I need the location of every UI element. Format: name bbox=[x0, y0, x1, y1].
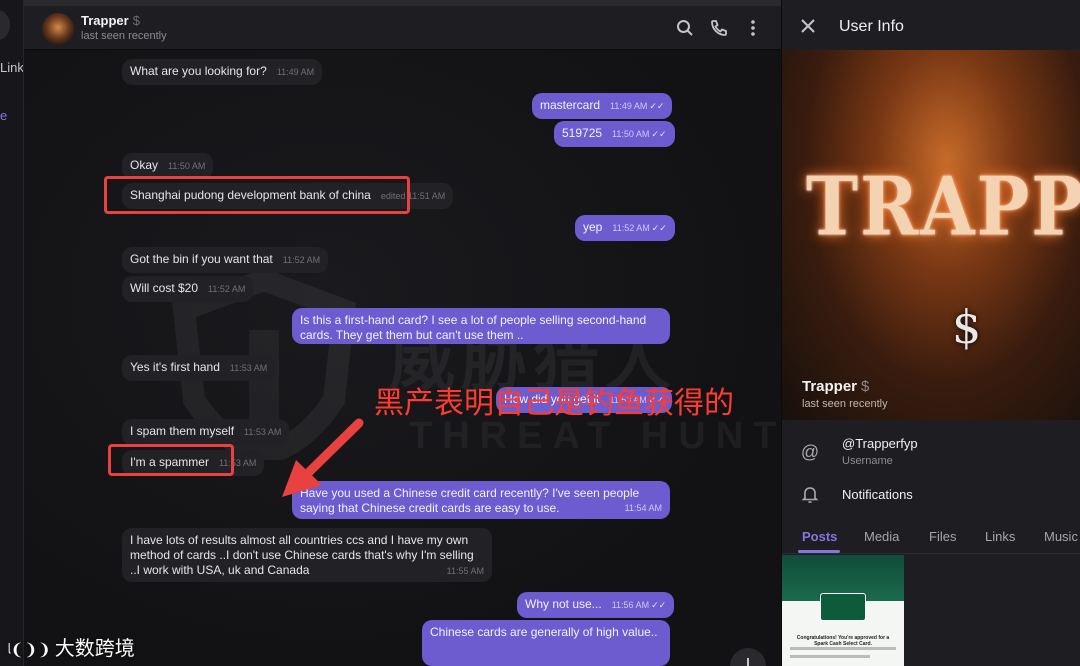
annotation-arrow-icon bbox=[282, 418, 364, 497]
message-incoming[interactable]: Got the bin if you want that 11:52 AM bbox=[122, 247, 329, 273]
message-outgoing[interactable]: Is this a first-hand card? I see a lot o… bbox=[292, 308, 670, 344]
message-incoming[interactable]: I have lots of results almost all countr… bbox=[122, 528, 492, 582]
more-vertical-icon[interactable] bbox=[743, 18, 763, 38]
user-info-title: User Info bbox=[839, 18, 904, 35]
tab-files[interactable]: Files bbox=[929, 529, 956, 544]
message-outgoing[interactable]: 519725 11:50 AM ✓✓ bbox=[554, 121, 675, 147]
search-icon[interactable] bbox=[675, 18, 695, 38]
message-outgoing[interactable]: yep 11:52 AM ✓✓ bbox=[575, 215, 675, 241]
chat-header: Trapper $ last seen recently bbox=[24, 0, 781, 50]
media-tabs: Posts Media Files Links Music bbox=[782, 520, 1080, 554]
annotation-text: 黑产表明自己是钓鱼获得的 bbox=[374, 387, 734, 420]
dollar-icon: $ bbox=[861, 378, 870, 395]
chat-avatar[interactable] bbox=[42, 13, 74, 45]
double-check-icon: ✓✓ bbox=[651, 600, 667, 610]
profile-cover[interactable]: TRAPPER $ Trapper$ last seen recently bbox=[782, 50, 1080, 420]
thumbnail-line bbox=[790, 655, 870, 658]
post-thumbnail[interactable]: Congratulations! You're approved for a S… bbox=[782, 555, 904, 666]
thumbnail-line bbox=[790, 647, 896, 650]
close-icon[interactable] bbox=[800, 18, 816, 34]
message-incoming[interactable]: Yes it's first hand 11:53 AM bbox=[122, 355, 276, 381]
tab-music[interactable]: Music bbox=[1044, 529, 1078, 544]
sidebar-avatar[interactable] bbox=[0, 10, 10, 40]
double-check-icon: ✓✓ bbox=[649, 101, 665, 111]
chat-panel: Trapper $ last seen recently 威胁猎人 THREAT … bbox=[24, 0, 781, 666]
profile-name: Trapper $ bbox=[802, 378, 870, 395]
profile-status: last seen recently bbox=[802, 398, 888, 410]
thumbnail-caption: Congratulations! You're approved for a S… bbox=[796, 635, 890, 647]
at-sign-icon: @ bbox=[800, 442, 820, 462]
sidebar-fragment-link[interactable]: Link bbox=[0, 60, 23, 75]
message-outgoing[interactable]: Why not use... 11:56 AM ✓✓ bbox=[517, 592, 675, 618]
brand-logo-icon: ᶩ❨❩❩ bbox=[8, 642, 51, 659]
highlight-box bbox=[104, 176, 410, 214]
message-list[interactable]: 威胁猎人 THREAT HUNTER What are you looking … bbox=[24, 50, 781, 666]
tab-links[interactable]: Links bbox=[985, 529, 1015, 544]
message-outgoing[interactable]: mastercard 11:49 AM ✓✓ bbox=[532, 93, 673, 119]
left-sidebar: Link e bbox=[0, 0, 24, 666]
scroll-down-button[interactable] bbox=[730, 648, 766, 666]
notifications-toggle[interactable]: Notifications bbox=[842, 487, 913, 502]
message-outgoing[interactable]: Chinese cards are generally of high valu… bbox=[422, 620, 670, 666]
chat-status: last seen recently bbox=[81, 30, 167, 42]
username-label: Username bbox=[842, 455, 893, 467]
tab-posts[interactable]: Posts bbox=[802, 529, 837, 544]
cover-dollar-icon: $ bbox=[952, 300, 982, 354]
sidebar-fragment-active[interactable]: e bbox=[0, 108, 7, 123]
chat-title[interactable]: Trapper $ bbox=[81, 13, 140, 28]
double-check-icon: ✓✓ bbox=[651, 223, 667, 233]
message-incoming[interactable]: What are you looking for? 11:49 AM bbox=[122, 59, 323, 85]
double-check-icon: ✓✓ bbox=[651, 129, 667, 139]
user-info-panel: User Info TRAPPER $ Trapper$ last seen r… bbox=[781, 0, 1080, 666]
username-value[interactable]: @Trapperfyp bbox=[842, 436, 918, 451]
cover-logo-text: TRAPPER bbox=[806, 158, 1080, 255]
dollar-icon: $ bbox=[132, 13, 140, 28]
highlight-box bbox=[108, 444, 234, 476]
bell-icon bbox=[801, 487, 819, 503]
arrow-down-icon bbox=[747, 658, 749, 666]
message-incoming[interactable]: I spam them myself 11:53 AM bbox=[122, 419, 290, 445]
credit-card-icon bbox=[820, 593, 866, 621]
brand-watermark: ᶩ❨❩❩ 大数跨境 bbox=[8, 638, 135, 660]
active-tab-indicator bbox=[798, 550, 840, 553]
phone-icon[interactable] bbox=[709, 18, 729, 38]
tab-media[interactable]: Media bbox=[864, 529, 899, 544]
user-info-header: User Info bbox=[782, 6, 1080, 50]
chat-title-text: Trapper bbox=[81, 13, 129, 28]
message-incoming[interactable]: Will cost $20 11:52 AM bbox=[122, 276, 254, 302]
